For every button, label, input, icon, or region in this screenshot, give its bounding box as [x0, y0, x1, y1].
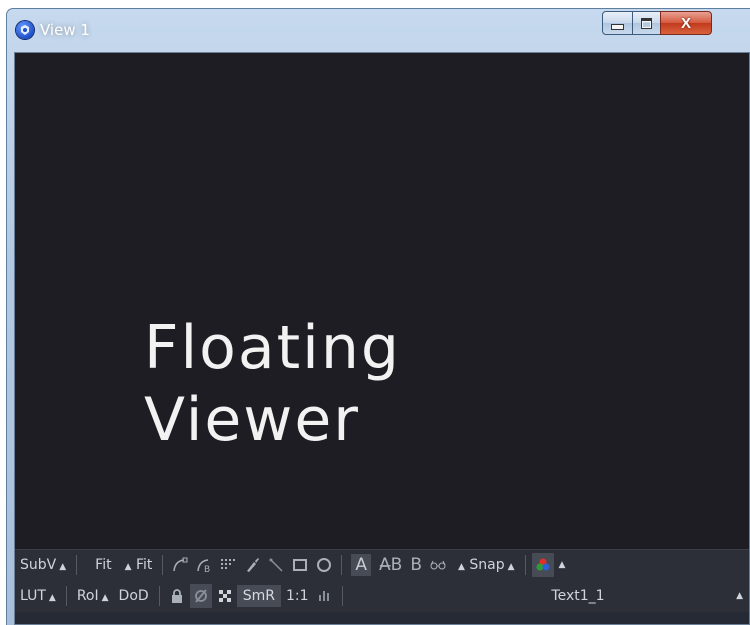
separator: [76, 554, 78, 575]
polyline-icon[interactable]: [169, 553, 191, 577]
floating-view-window: View 1 X Floating Viewer SubV ▲ Fit ▲ Fit…: [6, 8, 750, 625]
fit-label: Fit: [135, 556, 153, 573]
close-button[interactable]: X: [660, 11, 712, 35]
viewed-node-name: Text1_1: [551, 587, 605, 604]
separator: [162, 554, 164, 575]
channels-arrow-icon[interactable]: ▲: [559, 560, 566, 570]
app-logo-icon: [16, 21, 34, 39]
wand-icon[interactable]: [265, 553, 287, 577]
lock-icon[interactable]: [166, 584, 188, 608]
fit-options-button[interactable]: ▲ Fit: [117, 557, 158, 573]
view-a-button[interactable]: A: [351, 553, 372, 576]
snap-button[interactable]: ▲ Snap ▲: [450, 557, 520, 573]
image-viewport[interactable]: Floating Viewer: [15, 53, 749, 549]
separator: [65, 585, 67, 606]
rectangle-icon[interactable]: [289, 553, 311, 577]
node-menu-arrow-icon[interactable]: ▲: [736, 591, 743, 601]
maximize-icon: [641, 17, 652, 29]
snap-arrow-icon[interactable]: ▲: [458, 562, 465, 572]
minimize-button[interactable]: [602, 11, 633, 35]
svg-text:B: B: [204, 565, 210, 574]
ellipse-icon[interactable]: [313, 553, 335, 577]
minimize-icon: [611, 23, 624, 30]
viewer-overlay-text: Floating Viewer: [144, 313, 401, 455]
close-icon: X: [680, 14, 691, 32]
viewer-panel: Floating Viewer SubV ▲ Fit ▲ Fit B A A̶B…: [14, 52, 750, 625]
paint-icon[interactable]: [241, 553, 263, 577]
roi-arrow-icon[interactable]: ▲: [102, 593, 109, 603]
fit-arrow-icon[interactable]: ▲: [125, 562, 132, 572]
view-b-button[interactable]: B: [410, 555, 422, 575]
smr-button[interactable]: SmR: [236, 584, 281, 607]
fit-button[interactable]: Fit: [90, 557, 116, 573]
lut-arrow-icon[interactable]: ▲: [49, 593, 56, 603]
roi-button[interactable]: RoI ▲: [72, 588, 114, 604]
histogram-icon[interactable]: [314, 584, 336, 608]
viewer-toolbar-top: SubV ▲ Fit ▲ Fit B A A̶B B ▲ Snap ▲ ▲: [15, 549, 749, 579]
grid-icon[interactable]: [217, 553, 239, 577]
bspline-icon[interactable]: B: [193, 553, 215, 577]
view-ab-button[interactable]: A̶B: [379, 555, 402, 575]
separator: [341, 554, 343, 575]
subview-button[interactable]: SubV ▲: [15, 557, 71, 573]
window-title: View 1: [40, 21, 90, 39]
viewer-toolbar-bottom: LUT ▲ RoI ▲ DoD SmR 1:1 Text1_1 ▲: [15, 579, 749, 612]
snap-label: Snap: [469, 556, 505, 573]
stereo-glasses-icon[interactable]: [427, 553, 449, 577]
separator: [158, 585, 160, 606]
dod-button[interactable]: DoD: [114, 588, 154, 604]
snap-options-arrow-icon[interactable]: ▲: [508, 562, 515, 572]
maximize-button[interactable]: [632, 11, 661, 35]
color-channels-icon[interactable]: [531, 552, 554, 577]
title-bar[interactable]: View 1 X: [7, 9, 750, 49]
subview-arrow-icon[interactable]: ▲: [59, 562, 66, 572]
lut-button[interactable]: LUT ▲: [15, 588, 61, 604]
separator: [342, 585, 344, 606]
proxy-off-icon[interactable]: [189, 583, 212, 608]
checker-icon[interactable]: [214, 584, 236, 608]
ratio-button[interactable]: 1:1: [281, 588, 314, 604]
roi-label: RoI: [76, 587, 99, 604]
lut-label: LUT: [20, 587, 46, 604]
separator: [524, 554, 526, 575]
subview-label: SubV: [20, 556, 57, 573]
